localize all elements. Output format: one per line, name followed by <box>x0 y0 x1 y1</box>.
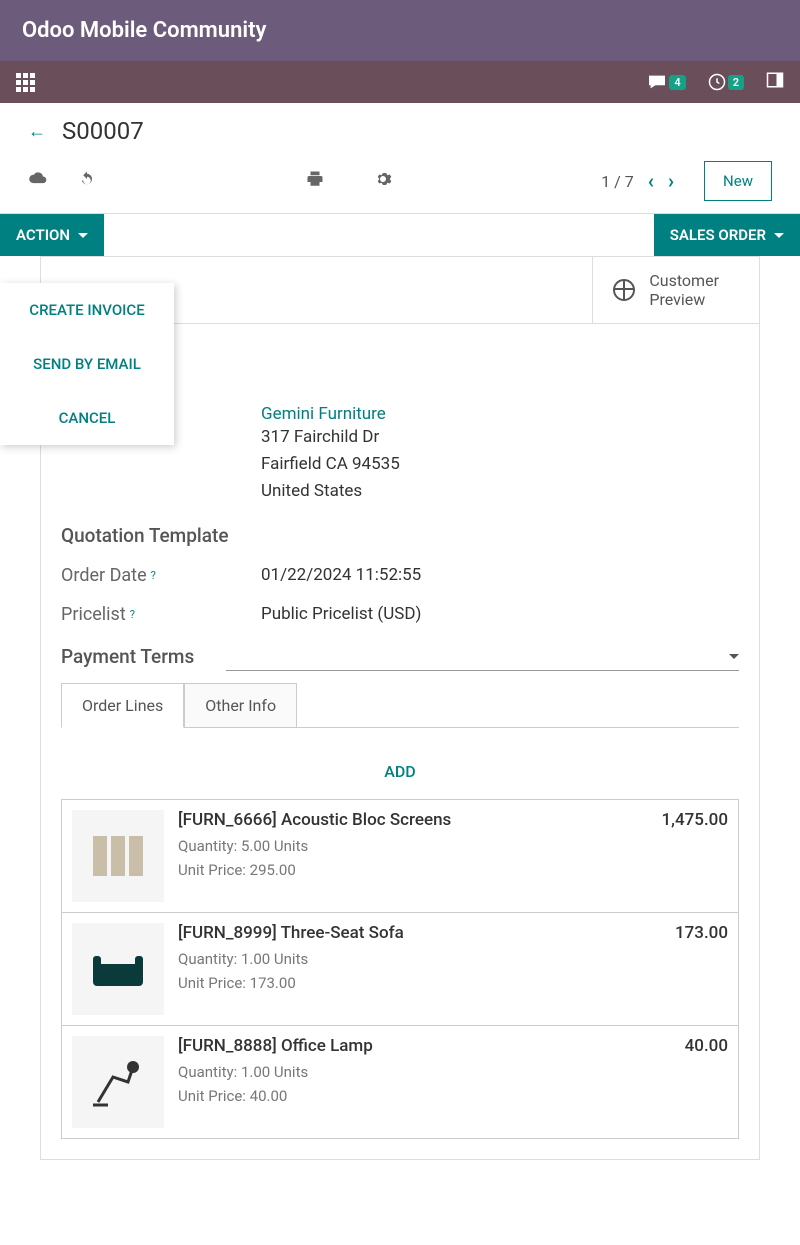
action-label: ACTION <box>16 226 70 244</box>
action-cancel[interactable]: CANCEL <box>0 391 174 445</box>
cloud-icon <box>28 171 48 187</box>
sales-order-label: SALES ORDER <box>670 226 766 244</box>
preview-label-1: Customer <box>649 271 719 290</box>
order-line-row[interactable]: [FURN_8888] Office Lamp Quantity: 1.00 U… <box>62 1026 738 1138</box>
customer-preview-button[interactable]: Customer Preview <box>593 257 759 323</box>
line-price: Unit Price: 173.00 <box>178 971 661 995</box>
action-create-invoice[interactable]: CREATE INVOICE <box>0 283 174 337</box>
address-line-3: United States <box>261 478 739 505</box>
messages-button[interactable]: 4 <box>647 74 685 90</box>
discard-button[interactable] <box>78 170 96 192</box>
chevron-down-icon <box>774 233 784 238</box>
help-icon[interactable]: ? <box>151 569 156 582</box>
line-title: [FURN_8999] Three-Seat Sofa <box>178 923 661 943</box>
action-dropdown-button[interactable]: ACTION <box>0 214 104 256</box>
line-price: Unit Price: 295.00 <box>178 858 648 882</box>
record-title: S00007 <box>62 117 144 145</box>
line-title: [FURN_6666] Acoustic Bloc Screens <box>178 810 648 830</box>
globe-icon <box>613 279 635 301</box>
quotation-template-label: Quotation Template <box>61 524 229 547</box>
form-body: Customer Gemini Furniture 317 Fairchild … <box>41 324 759 1159</box>
line-total: 1,475.00 <box>662 810 729 902</box>
order-date-label: Order Date <box>61 565 147 586</box>
printer-icon <box>306 170 324 188</box>
chat-icon <box>647 74 667 90</box>
pricelist-value: Public Pricelist (USD) <box>261 604 739 624</box>
payment-terms-select[interactable] <box>226 643 739 671</box>
line-title: [FURN_8888] Office Lamp <box>178 1036 671 1056</box>
action-send-by-email[interactable]: SEND BY EMAIL <box>0 337 174 391</box>
activities-button[interactable]: 2 <box>708 73 744 91</box>
messages-badge: 4 <box>669 75 685 90</box>
line-price: Unit Price: 40.00 <box>178 1084 671 1108</box>
preview-label-2: Preview <box>649 290 719 309</box>
cloud-button[interactable] <box>28 171 48 191</box>
line-total: 40.00 <box>685 1036 728 1128</box>
tabs: Order Lines Other Info <box>61 683 739 727</box>
panel-icon <box>766 71 784 89</box>
back-arrow-icon[interactable]: ← <box>28 121 46 142</box>
settings-button[interactable] <box>374 170 392 192</box>
clock-icon <box>708 73 726 91</box>
line-qty: Quantity: 1.00 Units <box>178 1060 671 1084</box>
undo-icon <box>78 170 96 188</box>
payment-terms-label: Payment Terms <box>61 645 226 668</box>
address-line-2: Fairfield CA 94535 <box>261 451 739 478</box>
tab-order-lines[interactable]: Order Lines <box>61 683 184 728</box>
product-image <box>72 1036 164 1128</box>
app-title: Odoo Mobile Community <box>22 18 266 43</box>
customer-address: 317 Fairchild Dr Fairfield CA 94535 Unit… <box>261 424 739 506</box>
pager-text: 1 / 7 <box>601 172 634 191</box>
app-header: Odoo Mobile Community <box>0 0 800 61</box>
pager-prev-button[interactable]: ‹ <box>648 169 654 193</box>
tab-other-info[interactable]: Other Info <box>184 683 297 728</box>
tab-content: ADD [FURN_6666] Acoustic Bloc Screens Qu… <box>61 727 739 1139</box>
help-icon[interactable]: ? <box>130 608 135 621</box>
order-line-row[interactable]: [FURN_6666] Acoustic Bloc Screens Quanti… <box>62 800 738 913</box>
gear-icon <box>374 170 392 188</box>
product-image <box>72 810 164 902</box>
activities-badge: 2 <box>728 75 744 90</box>
breadcrumb: ← S00007 <box>0 103 800 153</box>
line-total: 173.00 <box>675 923 728 1015</box>
line-qty: Quantity: 5.00 Units <box>178 834 648 858</box>
product-image <box>72 923 164 1015</box>
apps-icon[interactable] <box>16 73 35 92</box>
chevron-down-icon <box>729 654 739 659</box>
pager: 1 / 7 ‹ › <box>601 169 674 193</box>
action-menu: CREATE INVOICE SEND BY EMAIL CANCEL <box>0 283 174 445</box>
toolbar: 1 / 7 ‹ › New <box>0 153 800 213</box>
customer-link[interactable]: Gemini Furniture <box>261 404 739 424</box>
pager-next-button[interactable]: › <box>668 169 674 193</box>
line-qty: Quantity: 1.00 Units <box>178 947 661 971</box>
print-button[interactable] <box>306 170 324 192</box>
order-date-value: 01/22/2024 11:52:55 <box>261 565 739 585</box>
status-bar: ACTION SALES ORDER <box>0 213 800 256</box>
new-button[interactable]: New <box>704 161 772 201</box>
order-lines-list: [FURN_6666] Acoustic Bloc Screens Quanti… <box>61 799 739 1139</box>
pricelist-label: Pricelist <box>61 604 126 625</box>
chevron-down-icon <box>78 233 88 238</box>
nav-bar: 4 2 <box>0 61 800 103</box>
panel-toggle-button[interactable] <box>766 71 784 93</box>
order-line-row[interactable]: [FURN_8999] Three-Seat Sofa Quantity: 1.… <box>62 913 738 1026</box>
address-line-1: 317 Fairchild Dr <box>261 424 739 451</box>
add-line-button[interactable]: ADD <box>61 748 739 799</box>
sales-order-dropdown-button[interactable]: SALES ORDER <box>654 214 800 256</box>
